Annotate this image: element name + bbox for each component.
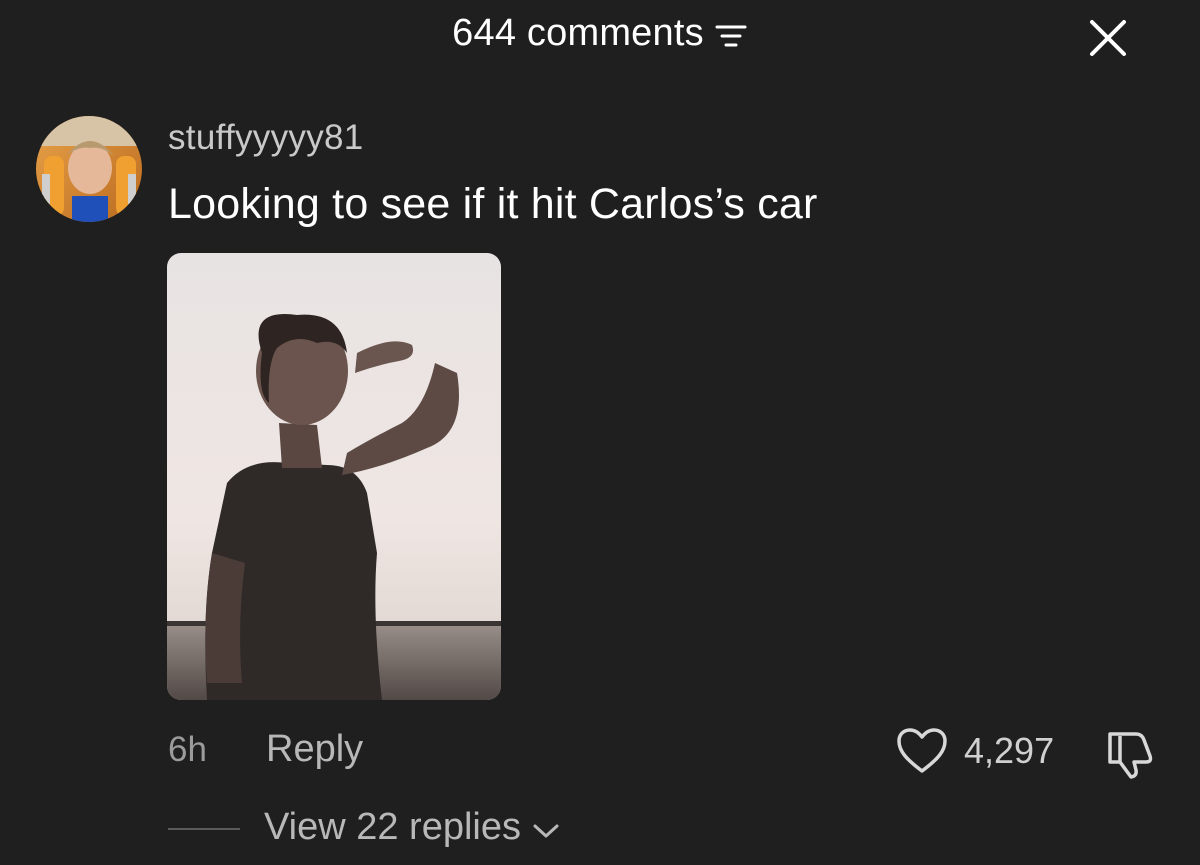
comment-username[interactable]: stuffyyyyy81 <box>168 118 364 158</box>
avatar-image <box>36 116 142 222</box>
like-count: 4,297 <box>964 730 1055 771</box>
avatar[interactable] <box>36 116 142 222</box>
comment-timestamp: 6h <box>168 730 207 769</box>
comments-header: 644 comments <box>0 0 1200 72</box>
thumbs-down-icon[interactable] <box>1100 726 1156 780</box>
comments-count-title: 644 comments <box>452 12 704 54</box>
sort-icon[interactable] <box>714 21 748 51</box>
reply-button[interactable]: Reply <box>266 728 363 771</box>
comments-title-group[interactable]: 644 comments <box>0 12 1200 55</box>
person-silhouette-image <box>167 253 501 700</box>
chevron-down-icon <box>533 824 559 837</box>
like-button[interactable]: 4,297 <box>896 727 1054 775</box>
comment-text: Looking to see if it hit Carlos’s car <box>168 180 818 228</box>
heart-icon[interactable] <box>896 727 948 775</box>
view-replies-label: View 22 replies <box>264 806 522 848</box>
view-replies-button[interactable]: View 22 replies <box>264 806 561 849</box>
close-icon[interactable] <box>1086 16 1130 60</box>
comment-attached-image[interactable] <box>167 253 501 700</box>
replies-divider <box>168 828 240 830</box>
comments-sheet: 644 comments stuffyyyyy81 Looking to see… <box>0 0 1200 865</box>
